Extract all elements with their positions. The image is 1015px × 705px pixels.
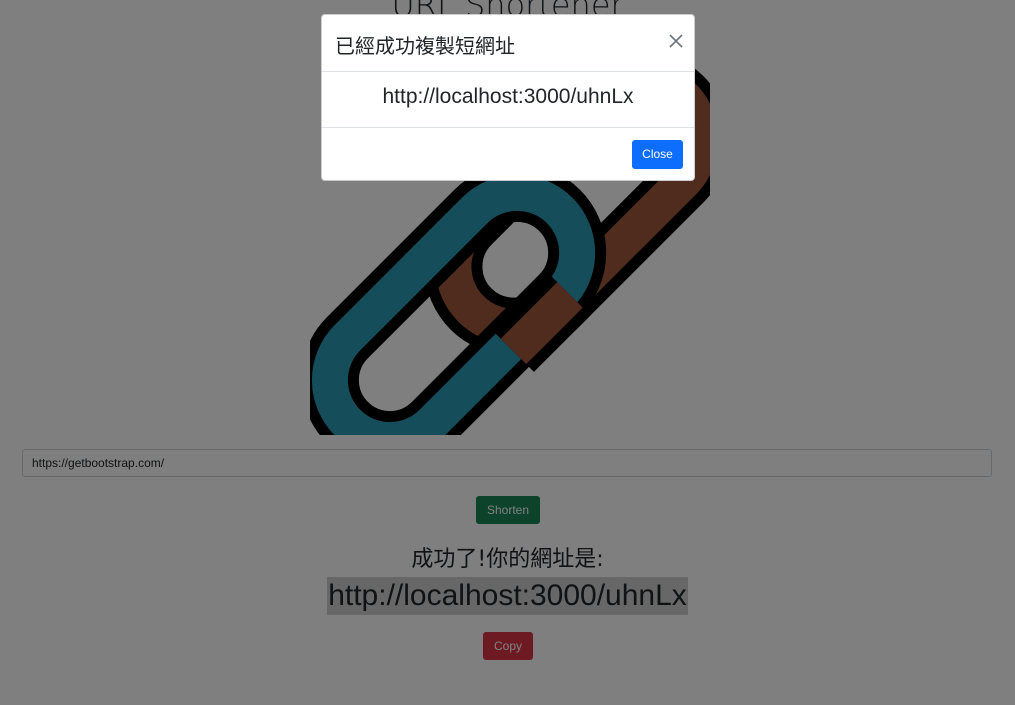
page: URL Shortener Shorten 成功了!你的網址是: http://… [0, 0, 1015, 705]
modal-header: 已經成功複製短網址 [322, 15, 694, 72]
modal-title: 已經成功複製短網址 [335, 34, 515, 58]
modal-short-url: http://localhost:3000/uhnLx [382, 85, 634, 108]
modal-close-button[interactable]: Close [632, 140, 683, 169]
close-icon[interactable] [668, 33, 684, 49]
copy-success-modal: 已經成功複製短網址 http://localhost:3000/uhnLx Cl… [321, 14, 695, 181]
modal-body: http://localhost:3000/uhnLx [322, 72, 694, 128]
